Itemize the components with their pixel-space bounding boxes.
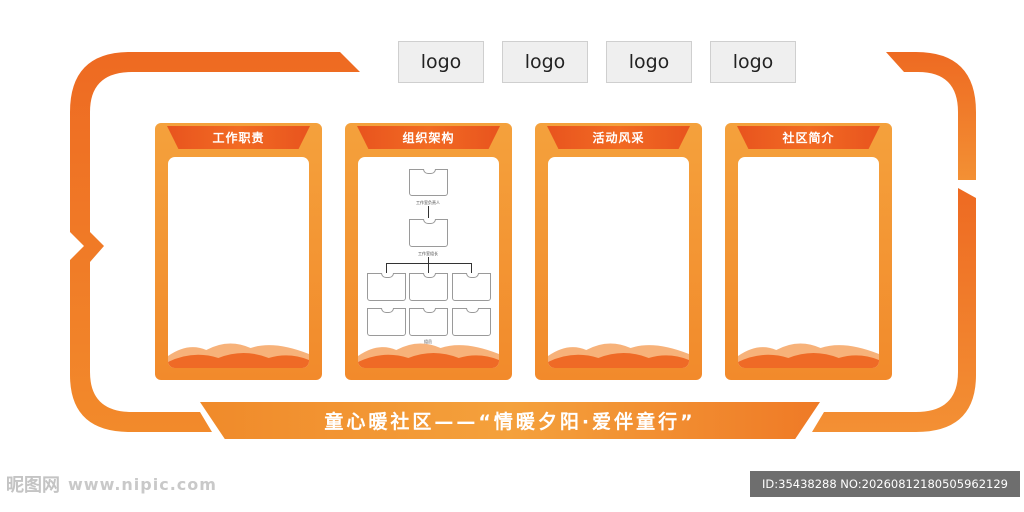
panel-org-structure: 组织架构 工作室负责人 工作室组长 组员 <box>345 123 512 380</box>
panel-content-area <box>168 157 309 368</box>
watermark-left: 昵图网 www.nipic.com <box>6 471 217 497</box>
panel-content-area: 工作室负责人 工作室组长 组员 <box>358 157 499 368</box>
panel-header: 工作职责 <box>167 126 310 149</box>
org-box-member <box>409 308 448 336</box>
watermark-url: www.nipic.com <box>68 474 217 494</box>
logo-placeholder-1: logo <box>398 41 484 83</box>
display-board: logo logo logo logo 工作职责 组织架构 工作室负责人 工作室… <box>0 0 1024 512</box>
panel-title: 工作职责 <box>212 131 265 145</box>
frame-right-bracket <box>886 52 976 180</box>
logo-placeholder-3: logo <box>606 41 692 83</box>
wave-decoration <box>168 343 309 368</box>
org-box-leader <box>409 169 448 196</box>
slogan-text: 童心暖社区——“情暖夕阳·爱伴童行” <box>324 411 696 433</box>
panel-header: 组织架构 <box>357 126 500 149</box>
panel-content-area <box>548 157 689 368</box>
slogan-banner: 童心暖社区——“情暖夕阳·爱伴童行” <box>200 402 820 439</box>
logo-text: logo <box>732 51 774 73</box>
org-box-member <box>452 273 491 301</box>
org-box-member <box>367 273 406 301</box>
org-connector <box>386 263 472 264</box>
panel-work-duties: 工作职责 <box>155 123 322 380</box>
panel-title: 活动风采 <box>592 131 645 145</box>
org-connector <box>428 263 429 273</box>
panel-community-intro: 社区简介 <box>725 123 892 380</box>
panel-title: 社区简介 <box>782 131 835 145</box>
watermark-id-bar: ID:35438288 NO:20260812180505962129 <box>750 471 1020 497</box>
panel-activities: 活动风采 <box>535 123 702 380</box>
watermark-brand: 昵图网 <box>6 475 60 496</box>
org-connector <box>471 263 472 273</box>
org-box-group-leader <box>409 219 448 247</box>
logo-text: logo <box>420 51 462 73</box>
logo-text: logo <box>524 51 566 73</box>
org-connector <box>428 206 429 218</box>
logo-placeholder-2: logo <box>502 41 588 83</box>
wave-decoration <box>548 343 689 368</box>
logo-placeholder-4: logo <box>710 41 796 83</box>
org-connector <box>386 263 387 273</box>
wave-decoration <box>358 343 499 368</box>
watermark-id-text: ID:35438288 NO:20260812180505962129 <box>762 477 1008 491</box>
panel-header: 社区简介 <box>737 126 880 149</box>
panel-header: 活动风采 <box>547 126 690 149</box>
wave-decoration <box>738 343 879 368</box>
org-box-member <box>367 308 406 336</box>
logo-text: logo <box>628 51 670 73</box>
org-box-member <box>452 308 491 336</box>
org-box-member <box>409 273 448 301</box>
panel-content-area <box>738 157 879 368</box>
panel-title: 组织架构 <box>402 131 455 145</box>
